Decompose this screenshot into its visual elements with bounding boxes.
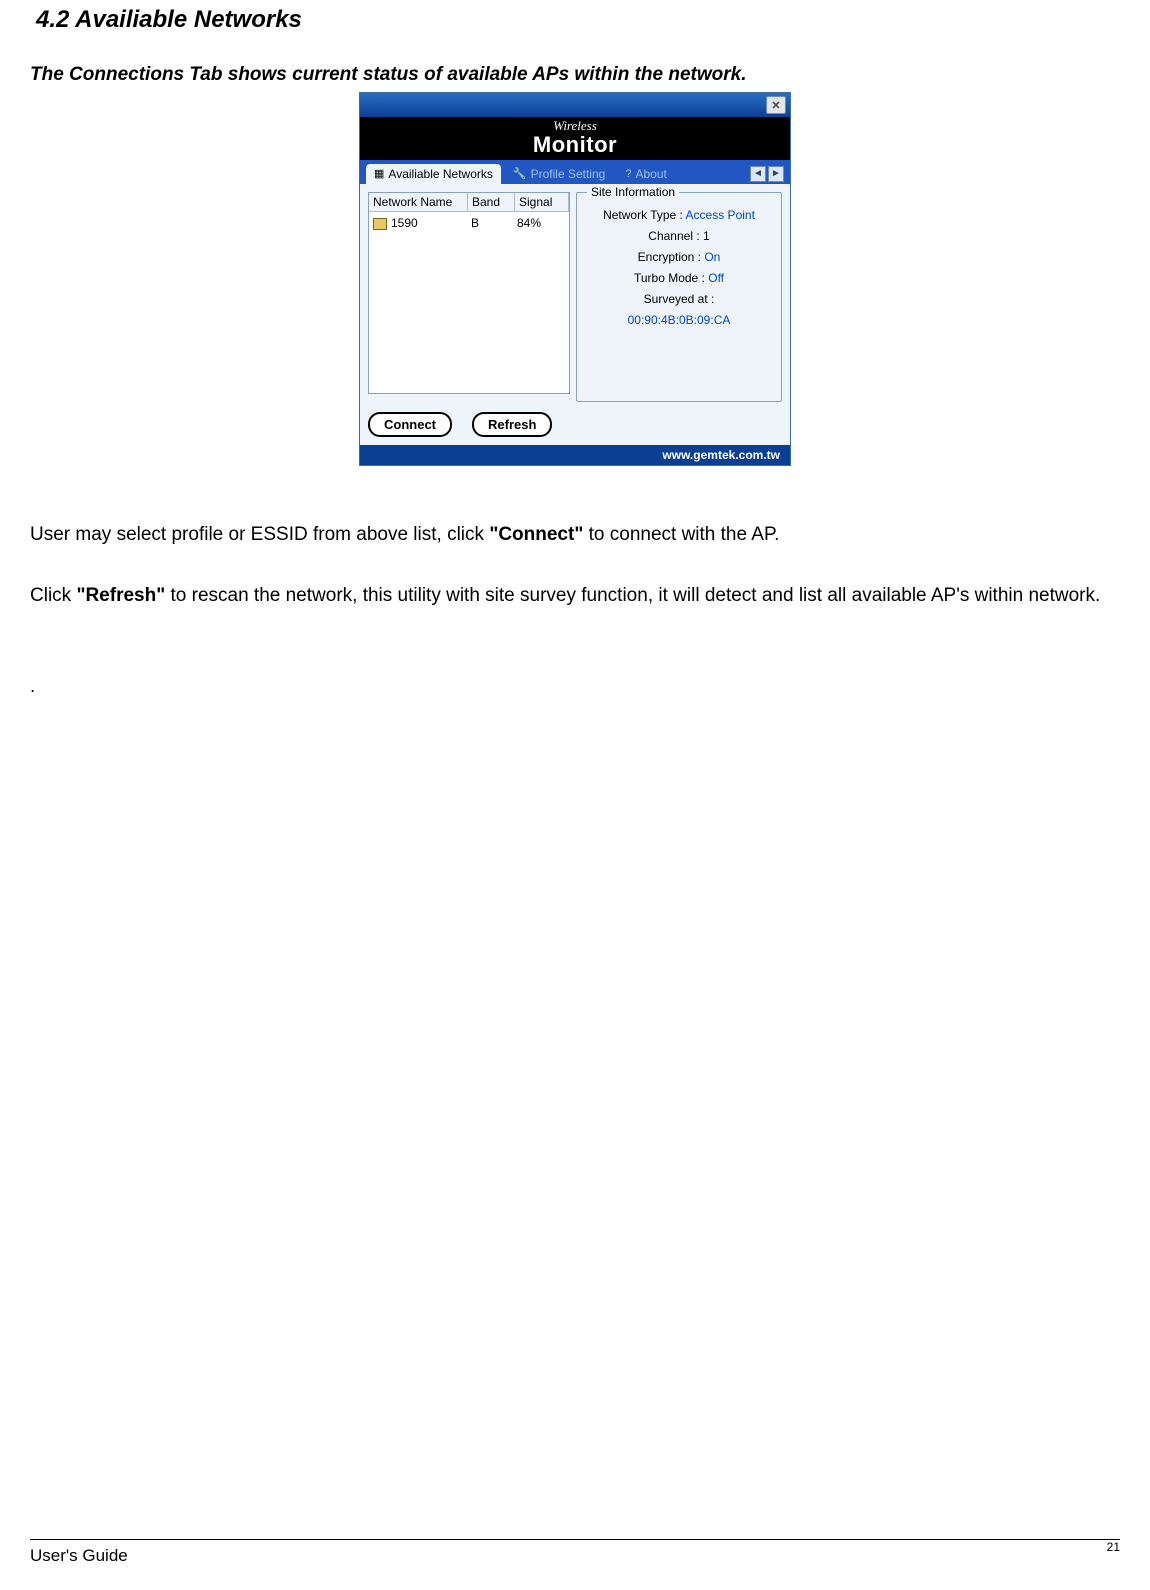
site-encryption: Encryption : On xyxy=(577,250,781,264)
list-item[interactable]: 1590 B 84% xyxy=(369,212,569,234)
networks-list[interactable]: Network Name Band Signal 1590 B 84% xyxy=(368,192,570,394)
dialog-client-area: Network Name Band Signal 1590 B 84% xyxy=(360,184,790,445)
tab-scroll-left[interactable]: ◄ xyxy=(750,166,766,182)
profile-icon: 🔧 xyxy=(513,167,527,180)
paragraph-refresh: Click "Refresh" to rescan the network, t… xyxy=(30,577,1120,616)
page-footer: User's Guide 21 xyxy=(30,1539,1120,1566)
site-surveyed-label: Surveyed at : xyxy=(577,292,781,306)
site-turbo: Turbo Mode : Off xyxy=(577,271,781,285)
col-band[interactable]: Band xyxy=(468,193,515,211)
refresh-button[interactable]: Refresh xyxy=(472,412,552,437)
tab-scroll: ◄ ► xyxy=(750,166,784,184)
paragraph-connect: User may select profile or ESSID from ab… xyxy=(30,516,1120,555)
col-network-name[interactable]: Network Name xyxy=(369,193,468,211)
footer-left: User's Guide xyxy=(30,1546,128,1566)
intro-text: The Connections Tab shows current status… xyxy=(30,64,1120,86)
site-channel: Channel : 1 xyxy=(577,229,781,243)
tab-about[interactable]: ? About xyxy=(617,164,674,184)
connect-button[interactable]: Connect xyxy=(368,412,452,437)
lone-period: . xyxy=(30,676,1120,698)
tab-available-networks[interactable]: ▦ Availiable Networks xyxy=(366,164,501,184)
tab-label: Profile Setting xyxy=(531,167,606,181)
titlebar: ✕ xyxy=(360,93,790,117)
lock-icon xyxy=(373,218,387,230)
site-info-legend: Site Information xyxy=(587,185,679,199)
banner-bottom: Monitor xyxy=(360,133,790,156)
banner: Wireless Monitor xyxy=(360,117,790,160)
cell-signal: 84% xyxy=(513,214,569,232)
wireless-monitor-dialog: ✕ Wireless Monitor ▦ Availiable Networks… xyxy=(359,92,791,466)
col-signal[interactable]: Signal xyxy=(515,193,569,211)
site-network-type: Network Type : Access Point xyxy=(577,208,781,222)
list-header: Network Name Band Signal xyxy=(369,193,569,212)
close-button[interactable]: ✕ xyxy=(766,96,786,114)
tab-bar: ▦ Availiable Networks 🔧 Profile Setting … xyxy=(360,160,790,184)
tab-profile-setting[interactable]: 🔧 Profile Setting xyxy=(505,164,613,184)
section-heading: 4.2 Availiable Networks xyxy=(36,6,1120,34)
networks-icon: ▦ xyxy=(374,167,384,180)
banner-top: Wireless xyxy=(360,119,790,133)
screenshot-container: ✕ Wireless Monitor ▦ Availiable Networks… xyxy=(30,92,1120,466)
tab-label: Availiable Networks xyxy=(388,167,493,181)
about-icon: ? xyxy=(625,168,631,180)
site-surveyed-mac: 00:90:4B:0B:09:CA xyxy=(577,313,781,327)
page-number: 21 xyxy=(1107,1540,1120,1560)
cell-band: B xyxy=(467,214,513,232)
dialog-footer: www.gemtek.com.tw xyxy=(360,445,790,465)
tab-scroll-right[interactable]: ► xyxy=(768,166,784,182)
site-information-panel: Site Information Network Type : Access P… xyxy=(576,192,782,402)
cell-network-name: 1590 xyxy=(369,214,467,232)
tab-label: About xyxy=(635,167,666,181)
